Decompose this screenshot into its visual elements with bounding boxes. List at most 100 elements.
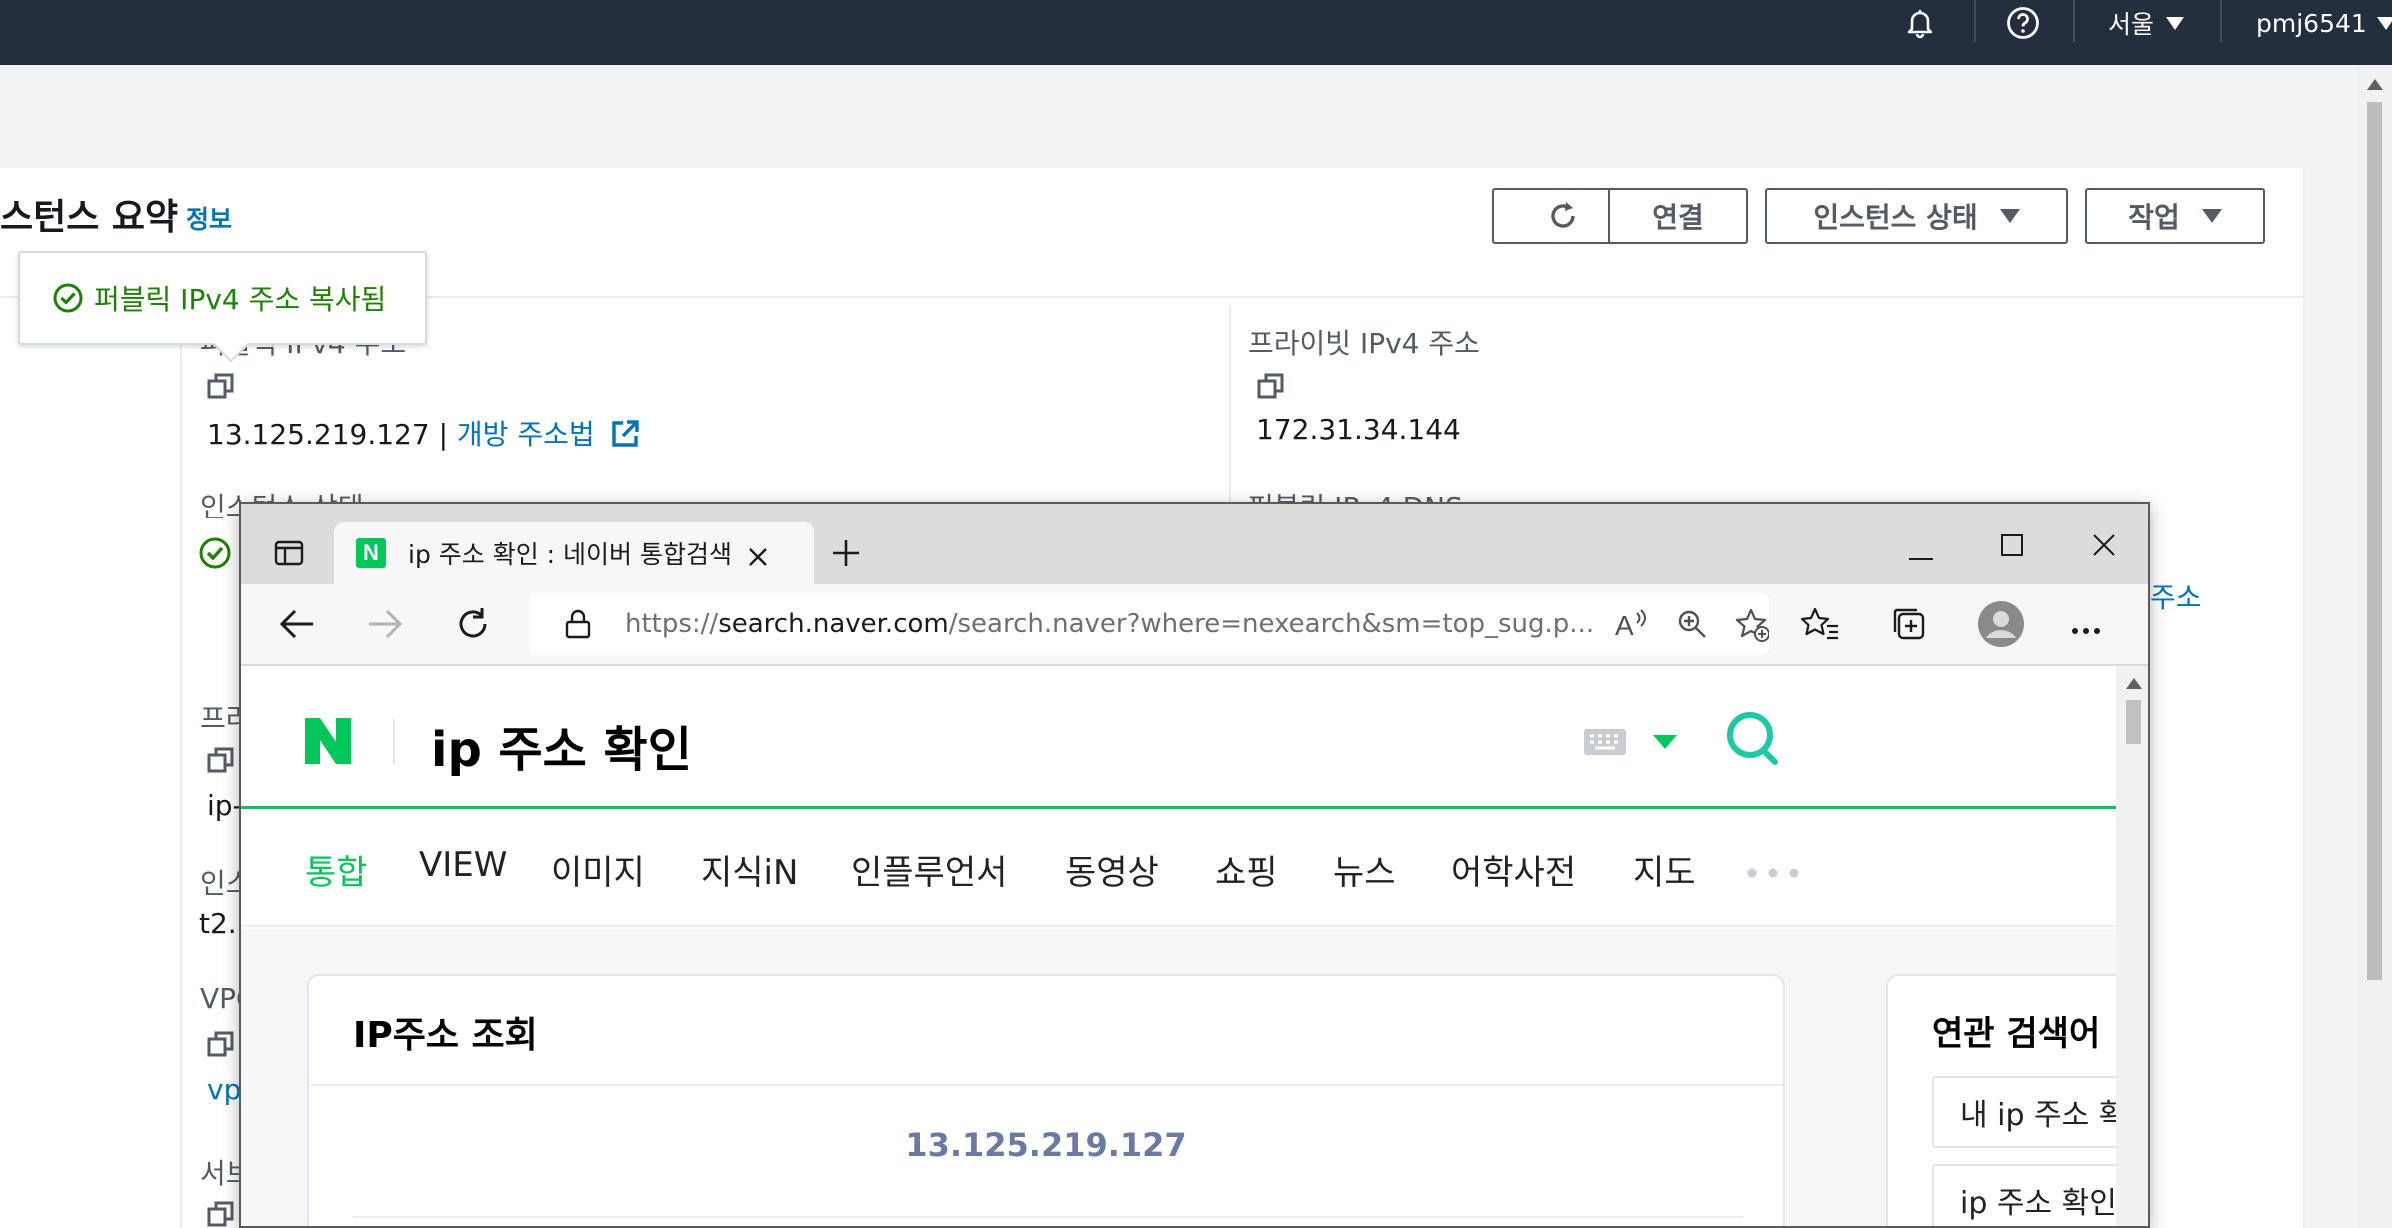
open-address-link[interactable]: 개방 주소법 — [457, 418, 595, 451]
back-icon[interactable] — [279, 608, 315, 644]
copy-private-ipv4-button[interactable] — [1257, 372, 1285, 404]
reload-icon[interactable] — [455, 606, 491, 646]
left-value-partial[interactable]: vp — [207, 1073, 241, 1106]
url-host: search.naver.com — [718, 609, 949, 639]
svg-text:A: A — [1615, 610, 1634, 641]
connect-button[interactable]: 연결 — [1608, 188, 1748, 244]
region-selector[interactable]: 서울 — [2108, 0, 2185, 46]
left-value-partial: ip- — [207, 789, 243, 822]
caret-down-icon[interactable] — [1653, 734, 1677, 753]
related-searches-title: 연관 검색어 — [1932, 1014, 2101, 1054]
public-ipv4-separator: | — [438, 418, 449, 451]
tab-map[interactable]: 지도 — [1633, 845, 1696, 894]
related-search-item[interactable]: 내 ip 주소 확 — [1932, 1076, 2116, 1148]
notifications-icon[interactable] — [1904, 0, 1936, 46]
copy-public-ipv4-button[interactable] — [207, 372, 235, 404]
naver-logo-icon[interactable] — [303, 716, 353, 766]
private-ipv4-value: 172.31.34.144 — [1256, 413, 1461, 446]
tab-knowledge-in[interactable]: 지식iN — [701, 845, 798, 894]
tab-images[interactable]: 이미지 — [551, 845, 645, 894]
public-ipv4-value: 13.125.219.127 — [207, 418, 430, 451]
browser-tab-active[interactable]: N ip 주소 확인 : 네이버 통합검색 — [334, 522, 814, 584]
tab-shopping[interactable]: 쇼핑 — [1215, 845, 1278, 894]
toast-message: 퍼블릭 IPv4 주소 복사됨 — [94, 283, 387, 316]
url-path: /search.naver?where=nexearch&sm=top_sug.… — [948, 609, 1595, 639]
related-search-item[interactable]: ip 주소 확인 — [1932, 1164, 2116, 1226]
close-window-icon[interactable] — [2093, 534, 2115, 560]
account-menu[interactable]: pmj6541 — [2256, 0, 2392, 46]
tab-dictionary[interactable]: 어학사전 — [1451, 845, 1576, 894]
copy-vpc-button[interactable] — [207, 1030, 235, 1062]
instance-state-dropdown[interactable]: 인스턴스 상태 — [1765, 188, 2068, 244]
success-check-icon — [53, 283, 83, 313]
ip-address-result: 13.125.219.127 — [905, 1126, 1187, 1164]
actions-button-label: 작업 — [2128, 201, 2180, 234]
naver-search-page: ip 주소 확인 통합 VIEW 이미지 지식iN 인플루언서 동영상 쇼핑 뉴… — [241, 666, 2116, 1226]
more-options-icon[interactable] — [2071, 620, 2101, 639]
caret-down-icon — [2376, 16, 2392, 30]
public-dns-link-partial[interactable]: 주소 — [2150, 576, 2202, 616]
info-link[interactable]: 정보 — [186, 200, 232, 236]
caret-down-icon — [2166, 16, 2185, 30]
copy-icon — [207, 1031, 234, 1057]
column-divider — [180, 306, 182, 1228]
copy-private-dns-button[interactable] — [207, 746, 235, 778]
connect-button-label: 연결 — [1652, 201, 1704, 234]
help-icon[interactable] — [2006, 0, 2040, 46]
profile-avatar[interactable] — [1977, 600, 2025, 652]
ip-card-title: IP주소 조회 — [353, 1015, 538, 1056]
close-tab-icon[interactable] — [748, 544, 768, 573]
zoom-icon[interactable] — [1677, 609, 1707, 646]
maximize-icon[interactable] — [2001, 534, 2023, 560]
aws-top-nav: 서울 pmj6541 — [0, 0, 2392, 65]
scrollbar-thumb[interactable] — [2126, 700, 2141, 744]
account-name: pmj6541 — [2256, 8, 2367, 38]
logo-divider — [393, 718, 395, 764]
scroll-up-arrow-icon[interactable] — [2126, 678, 2142, 689]
page-scrollbar[interactable] — [2357, 65, 2392, 1228]
search-query-input[interactable]: ip 주소 확인 — [431, 710, 692, 780]
favorites-icon[interactable] — [1800, 606, 1839, 646]
running-status-icon — [198, 536, 232, 574]
tab-strip: N ip 주소 확인 : 네이버 통합검색 — [241, 504, 2148, 584]
lock-icon[interactable] — [565, 609, 591, 646]
copy-subnet-button[interactable] — [207, 1200, 235, 1228]
nav-divider — [1974, 0, 1976, 42]
keyboard-icon[interactable] — [1583, 728, 1627, 760]
tab-influencer[interactable]: 인플루언서 — [851, 845, 1007, 894]
tab-video[interactable]: 동영상 — [1065, 845, 1159, 894]
refresh-icon — [1551, 202, 1575, 228]
tab-integrated[interactable]: 통합 — [305, 845, 368, 894]
address-bar[interactable]: https://search.naver.com/search.naver?wh… — [529, 593, 1769, 655]
copy-icon — [1257, 373, 1284, 399]
nav-divider — [2073, 0, 2075, 42]
search-icon[interactable] — [1725, 710, 1781, 770]
new-tab-icon[interactable] — [831, 538, 861, 572]
tab-actions-icon[interactable] — [274, 538, 304, 572]
scroll-up-arrow-icon[interactable] — [2367, 79, 2383, 90]
tab-view[interactable]: VIEW — [419, 845, 507, 885]
minimize-icon[interactable] — [1909, 546, 1933, 565]
region-label: 서울 — [2108, 10, 2155, 39]
browser-scrollbar[interactable] — [2116, 666, 2148, 1226]
page-title: 스턴스 요약 — [0, 197, 179, 238]
ip-lookup-card: IP주소 조회 13.125.219.127 — [307, 974, 1785, 1226]
scrollbar-thumb[interactable] — [2367, 102, 2382, 980]
search-category-tabs: 통합 VIEW 이미지 지식iN 인플루언서 동영상 쇼핑 뉴스 어학사전 지도 — [241, 809, 2116, 927]
copied-toast: 퍼블릭 IPv4 주소 복사됨 — [18, 251, 427, 363]
add-favorite-icon[interactable] — [1735, 607, 1769, 650]
collections-icon[interactable] — [1891, 606, 1927, 646]
actions-dropdown[interactable]: 작업 — [2085, 188, 2265, 244]
external-link-icon[interactable] — [610, 419, 640, 449]
card-divider — [309, 1084, 1783, 1086]
read-aloud-icon[interactable]: A — [1609, 607, 1649, 648]
naver-favicon: N — [356, 538, 386, 568]
browser-window: N ip 주소 확인 : 네이버 통합검색 https:// search.na… — [239, 502, 2150, 1228]
private-ipv4-label: 프라이빗 IPv4 주소 — [1248, 327, 1480, 360]
url-prefix: https:// — [625, 609, 719, 639]
more-tabs-icon[interactable] — [1747, 863, 1799, 882]
tab-news[interactable]: 뉴스 — [1333, 845, 1396, 894]
browser-toolbar: https://search.naver.com/search.naver?wh… — [241, 584, 2148, 666]
copy-icon — [207, 373, 234, 399]
forward-icon — [367, 608, 403, 644]
